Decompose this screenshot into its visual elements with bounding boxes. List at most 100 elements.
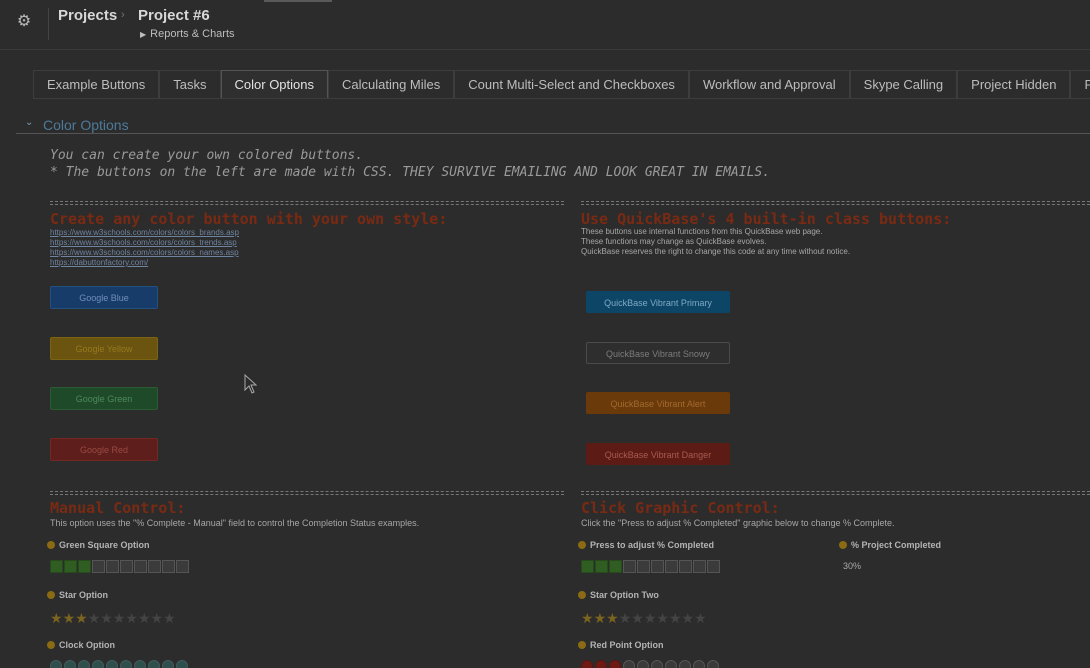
clock-icon bbox=[134, 660, 146, 668]
progress-square[interactable] bbox=[595, 560, 608, 573]
red-point-icon bbox=[609, 660, 621, 668]
note-line-1: These buttons use internal functions fro… bbox=[581, 227, 823, 236]
tab-project-s[interactable]: Project S bbox=[1070, 70, 1090, 98]
red-point-icon bbox=[581, 660, 593, 668]
tab-skype-calling[interactable]: Skype Calling bbox=[849, 70, 958, 98]
star-field: Star Option bbox=[47, 590, 108, 600]
divider-rule bbox=[581, 201, 1090, 205]
breadcrumb-chevron-icon: › bbox=[121, 9, 125, 21]
tab-tasks[interactable]: Tasks bbox=[159, 70, 221, 98]
graphic-description: Click the "Press to adjust % Completed" … bbox=[581, 518, 895, 528]
red-point-icon bbox=[693, 660, 705, 668]
section-color-options[interactable]: ⌄ Color Options bbox=[16, 116, 1090, 134]
field-info-icon bbox=[47, 641, 55, 649]
star-icon: ★ bbox=[643, 610, 657, 626]
green-square-label: Green Square Option bbox=[59, 540, 150, 550]
progress-square[interactable] bbox=[651, 560, 664, 573]
progress-square[interactable] bbox=[623, 560, 636, 573]
clock-label: Clock Option bbox=[59, 640, 115, 650]
star-icon: ★ bbox=[656, 610, 669, 626]
star-icon: ★ bbox=[150, 610, 164, 626]
qb-vibrant-snowy-button[interactable]: QuickBase Vibrant Snowy bbox=[586, 342, 730, 364]
qb-vibrant-primary-button[interactable]: QuickBase Vibrant Primary bbox=[586, 291, 730, 313]
progress-square bbox=[134, 560, 147, 573]
tab-count-multi-select[interactable]: Count Multi-Select and Checkboxes bbox=[454, 70, 689, 98]
header-top-indicator bbox=[264, 0, 332, 2]
qb-vibrant-alert-button[interactable]: QuickBase Vibrant Alert bbox=[586, 392, 730, 414]
progress-square bbox=[176, 560, 189, 573]
gear-icon[interactable]: ⚙ bbox=[14, 12, 34, 32]
clock-icon bbox=[50, 660, 62, 668]
field-info-icon bbox=[839, 541, 847, 549]
left-heading: Create any color button with your own st… bbox=[50, 210, 448, 228]
star-label: Star Option bbox=[59, 590, 108, 600]
star-icon: ★ bbox=[100, 610, 113, 626]
star-two-label: Star Option Two bbox=[590, 590, 659, 600]
clock-icon bbox=[64, 660, 76, 668]
google-red-button[interactable]: Google Red bbox=[50, 438, 158, 461]
progress-square bbox=[78, 560, 91, 573]
intro-line-2: * The buttons on the left are made with … bbox=[50, 165, 771, 180]
quickbase-notes: These buttons use internal functions fro… bbox=[581, 227, 850, 257]
progress-square[interactable] bbox=[665, 560, 678, 573]
progress-square bbox=[106, 560, 119, 573]
link-trend-colors[interactable]: https://www.w3schools.com/colors/colors_… bbox=[50, 238, 239, 248]
breadcrumb-current: Project #6 bbox=[138, 7, 210, 24]
link-button-factory[interactable]: https://dabuttonfactory.com/ bbox=[50, 258, 239, 268]
green-square-field: Green Square Option bbox=[47, 540, 150, 550]
star-icon: ★ bbox=[137, 610, 151, 626]
star-rating: ★★★★★★★★★★ bbox=[50, 611, 176, 625]
google-blue-button[interactable]: Google Blue bbox=[50, 286, 158, 309]
note-line-2: These functions may change as QuickBase … bbox=[581, 237, 767, 246]
red-point-icon bbox=[665, 660, 677, 668]
progress-square[interactable] bbox=[693, 560, 706, 573]
star-icon: ★ bbox=[75, 610, 88, 626]
tab-calculating-miles[interactable]: Calculating Miles bbox=[328, 70, 455, 98]
tab-color-options[interactable]: Color Options bbox=[220, 70, 328, 98]
tab-project-hidden[interactable]: Project Hidden bbox=[957, 70, 1071, 98]
red-point-label: Red Point Option bbox=[590, 640, 664, 650]
field-info-icon bbox=[578, 541, 586, 549]
google-green-button[interactable]: Google Green bbox=[50, 387, 158, 410]
progress-square[interactable] bbox=[679, 560, 692, 573]
breadcrumb-projects[interactable]: Projects bbox=[58, 7, 117, 24]
tab-example-buttons[interactable]: Example Buttons bbox=[33, 70, 160, 98]
link-color-names[interactable]: https://www.w3schools.com/colors/colors_… bbox=[50, 248, 239, 258]
clock-progress bbox=[50, 659, 190, 668]
qb-vibrant-danger-button[interactable]: QuickBase Vibrant Danger bbox=[586, 443, 730, 465]
progress-square[interactable] bbox=[707, 560, 720, 573]
press-adjust-label: Press to adjust % Completed bbox=[590, 540, 715, 550]
reports-charts-label: Reports & Charts bbox=[150, 28, 235, 40]
star-icon: ★ bbox=[681, 610, 695, 626]
clock-icon bbox=[148, 660, 160, 668]
mouse-cursor-icon bbox=[244, 374, 258, 394]
progress-square[interactable] bbox=[637, 560, 650, 573]
manual-description: This option uses the "% Complete - Manua… bbox=[50, 518, 420, 528]
star-icon: ★ bbox=[631, 610, 644, 626]
progress-square bbox=[92, 560, 105, 573]
clock-icon bbox=[106, 660, 118, 668]
star-icon: ★ bbox=[163, 610, 176, 626]
chevron-down-icon[interactable]: ⌄ bbox=[25, 117, 33, 128]
red-point-field: Red Point Option bbox=[578, 640, 664, 650]
red-point-icon bbox=[595, 660, 607, 668]
clock-icon bbox=[120, 660, 132, 668]
app-header: ⚙ Projects › Project #6 ▶ Reports & Chart… bbox=[0, 0, 1090, 50]
field-info-icon bbox=[47, 591, 55, 599]
clock-field: Clock Option bbox=[47, 640, 115, 650]
red-point-icon bbox=[679, 660, 691, 668]
clock-icon bbox=[176, 660, 188, 668]
red-point-icon bbox=[707, 660, 719, 668]
star-icon: ★ bbox=[581, 610, 594, 626]
tab-workflow-approval[interactable]: Workflow and Approval bbox=[688, 70, 850, 98]
divider-rule bbox=[50, 201, 564, 205]
right-heading: Use QuickBase's 4 built-in class buttons… bbox=[581, 210, 952, 228]
press-adjust-progress[interactable] bbox=[581, 560, 721, 573]
reports-charts-link[interactable]: ▶ Reports & Charts bbox=[140, 28, 235, 40]
link-brand-colors[interactable]: https://www.w3schools.com/colors/colors_… bbox=[50, 228, 239, 238]
progress-square[interactable] bbox=[581, 560, 594, 573]
star-icon: ★ bbox=[606, 610, 619, 626]
field-info-icon bbox=[47, 541, 55, 549]
progress-square[interactable] bbox=[609, 560, 622, 573]
google-yellow-button[interactable]: Google Yellow bbox=[50, 337, 158, 360]
